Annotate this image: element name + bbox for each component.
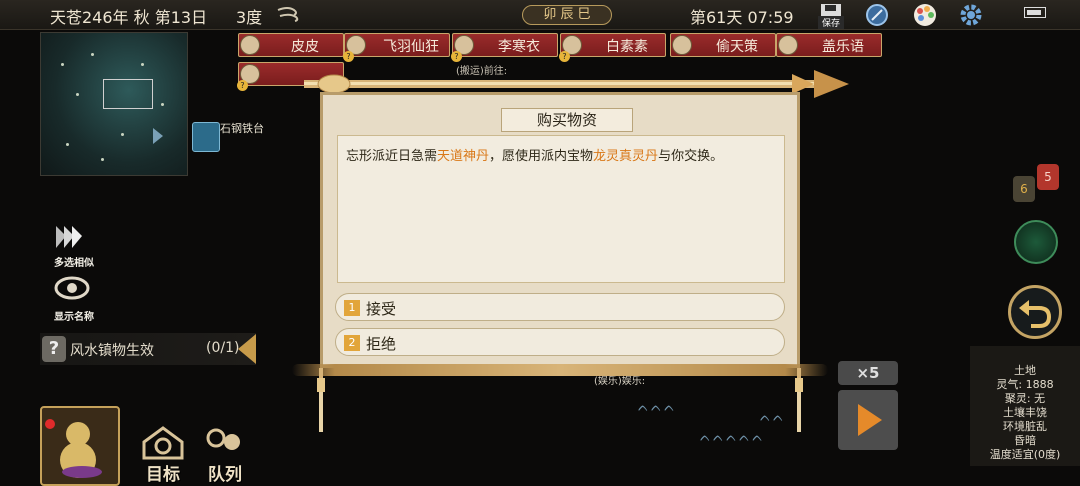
gourd-item-button[interactable] [40,406,120,486]
message-middle: ，愿使用派内宝物 [489,149,594,164]
battery-icon [1024,7,1046,18]
dialog-message: 忘形派近日急需天道神丹，愿使用派内宝物龙灵真灵丹与你交换。 [337,135,785,283]
goal-label: 目标 [146,465,180,485]
character-name: 盖乐语 [822,39,864,55]
question-badge-icon: ? [343,51,354,62]
multi-select-label: 多选相似 [54,258,94,269]
grass-tile-icon: ᨈᨈᨈ [638,400,678,415]
undo-arrow-icon [1019,300,1052,328]
option-label: 接受 [366,300,397,318]
play-icon [858,404,882,436]
save-label: 保存 [818,16,844,29]
help-icon: ? [42,336,66,362]
tile-info-line: 土壤丰饶 [1003,406,1047,419]
show-names-button[interactable]: 显示名称 [50,272,94,323]
minimap-arrow-icon [153,128,163,144]
character-tab-3[interactable]: 李寒衣 ? [451,33,558,62]
tile-info-line: 环境脏乱 [1003,420,1047,433]
character-name: 偷天策 [716,39,758,55]
fengshui-count: (0/1) [206,340,240,356]
character-name: 白素素 [606,39,648,55]
game-date: 天苍246年 秋 第13日 [50,8,208,27]
option-number: 1 [344,300,360,316]
team-label: 队列 [208,465,242,485]
question-badge-icon: ? [559,51,570,62]
time-period-label: 卯 辰 巳 [543,7,591,22]
avatar [672,35,692,55]
character-name: 皮皮 [291,39,319,55]
scroll-rod-bottom [292,364,828,376]
reject-option[interactable]: 2 拒绝 [335,328,785,356]
goal-button[interactable]: 目标 [136,424,190,485]
message-prefix: 忘形派近日急需 [346,149,438,164]
gear-icon[interactable] [958,3,984,27]
team-icon [206,428,240,450]
tile-info-line: 温度适宜(0度) [989,448,1061,461]
show-names-label: 显示名称 [54,312,94,323]
multi-select-button[interactable]: 多选相似 [50,218,94,269]
compass-icon[interactable] [864,3,890,27]
character-tab-1[interactable]: 皮皮 [238,33,344,57]
multi-select-icon [56,226,82,248]
team-button[interactable]: 队列 [198,424,252,485]
fengshui-label: 风水镇物生效 [70,343,154,359]
avatar [240,35,260,55]
spiral-skill-icon[interactable] [1014,220,1058,264]
tile-info-line: 昏暗 [1014,434,1036,447]
gourd-icon [45,419,102,478]
tile-info-panel: 土地 灵气: 1888 聚灵: 无 土壤丰饶 环境脏乱 昏暗 温度适宜(0度) [970,346,1080,466]
back-button[interactable] [1008,285,1062,339]
character-name: 飞羽仙狂 [383,39,439,55]
character-tab-6[interactable]: 盖乐语 [776,33,882,57]
eye-icon [54,276,90,300]
minimap[interactable] [40,32,188,176]
tassel-icon [795,368,803,432]
message-suffix: 与你交换。 [658,149,724,164]
character-tab-5[interactable]: 偷天策 [670,33,776,57]
temperature: 3度 [236,8,263,27]
question-badge-icon: ? [237,80,248,91]
collapse-left-icon[interactable] [238,334,256,364]
option-number: 2 [344,335,360,351]
top-status-bar: 天苍246年 秋 第13日 3度 卯 辰 巳 第61天 07:59 保存 [0,0,1080,30]
dialog-title: 购买物资 [501,108,633,132]
grass-tile-icon: ᨈᨈ [760,410,787,425]
bookstand-icon[interactable] [192,122,220,152]
option-label: 拒绝 [366,335,397,353]
character-tab-4[interactable]: 白素素 ? [559,33,666,62]
tile-info-line: 土地 [1014,364,1036,377]
grass-tile-icon: ᨈᨈᨈᨈᨈ [700,430,766,445]
wind-icon [277,7,299,22]
bookstand-label: 石钢铁台 [220,122,264,135]
tassel-icon [317,368,325,432]
question-badge-icon: ? [451,51,462,62]
purchase-dialog: 购买物资 忘形派近日急需天道神丹，愿使用派内宝物龙灵真灵丹与你交换。 1 接受 … [320,92,800,368]
time-period-indicator: 卯 辰 巳 [522,5,612,25]
fengshui-status[interactable]: ? 风水镇物生效 (0/1) [40,333,256,365]
save-button[interactable]: 保存 [818,3,844,29]
palette-icon[interactable] [912,3,938,27]
notification-badge-yellow[interactable]: 6 [1013,176,1035,202]
day-and-time: 第61天 07:59 [690,8,794,27]
notification-badge-red[interactable]: 5 [1037,164,1059,190]
house-target-icon [142,426,184,460]
character-name: 李寒衣 [498,39,540,55]
accept-option[interactable]: 1 接受 [335,293,785,321]
speed-multiplier-button[interactable]: ×5 [838,361,898,385]
wanted-item: 天道神丹 [437,149,490,164]
tile-info-line: 聚灵: 无 [1004,392,1046,405]
avatar [778,35,798,55]
offered-item: 龙灵真灵丹 [593,149,659,164]
play-button[interactable] [838,390,898,450]
tile-info-line: 灵气: 1888 [996,378,1054,391]
character-tab-2[interactable]: 飞羽仙狂 ? [343,33,450,62]
minimap-viewport-frame [103,79,153,109]
